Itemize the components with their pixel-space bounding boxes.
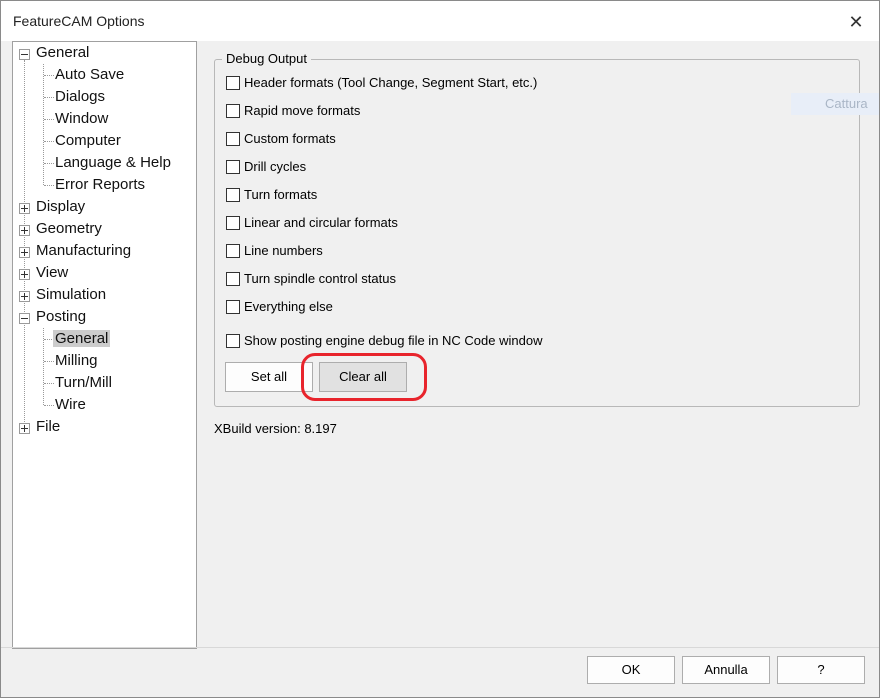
checkbox-box[interactable] (226, 132, 240, 146)
tree-item-turn-mill[interactable]: Turn/Mill (55, 372, 112, 394)
capture-overlay: Cattura (791, 93, 879, 115)
red-highlight-annotation (301, 353, 427, 401)
checkbox-box[interactable] (226, 272, 240, 286)
collapse-icon[interactable] (19, 313, 30, 324)
checkbox-box[interactable] (226, 188, 240, 202)
tree-item-dialogs[interactable]: Dialogs (55, 86, 105, 108)
checkbox-label: Everything else (244, 299, 333, 314)
tree-item-geometry[interactable]: Geometry (36, 218, 102, 240)
checkbox-box[interactable] (226, 160, 240, 174)
tree-item-manufacturing[interactable]: Manufacturing (36, 240, 131, 262)
checkbox-label: Turn spindle control status (244, 271, 396, 286)
ok-button[interactable]: OK (587, 656, 675, 684)
xbuild-version: XBuild version: 8.197 (214, 421, 337, 436)
footer-divider (1, 647, 879, 648)
tree-item-error-reports[interactable]: Error Reports (55, 174, 145, 196)
close-icon[interactable]: ✕ (841, 9, 871, 35)
tree-item-computer[interactable]: Computer (55, 130, 121, 152)
tree-item-posting-general[interactable]: General (53, 328, 111, 350)
tree-item-general[interactable]: General (36, 42, 89, 64)
tree-item-posting[interactable]: Posting (36, 306, 86, 328)
cancel-button[interactable]: Annulla (682, 656, 770, 684)
tree-item-file[interactable]: File (36, 416, 60, 438)
window-title: FeatureCAM Options (13, 13, 145, 29)
checkbox-label: Show posting engine debug file in NC Cod… (244, 333, 543, 348)
tree-item-wire[interactable]: Wire (55, 394, 86, 416)
tree-item-window[interactable]: Window (55, 108, 108, 130)
checkbox-box[interactable] (226, 300, 240, 314)
tree-item-display[interactable]: Display (36, 196, 85, 218)
options-tree: General Auto Save Dialogs Window Compute… (12, 41, 197, 649)
checkbox-label: Turn formats (244, 187, 318, 202)
title-bar: FeatureCAM Options ✕ (1, 1, 879, 41)
options-dialog: FeatureCAM Options ✕ General Auto Save D… (0, 0, 880, 698)
expand-icon[interactable] (19, 269, 30, 280)
checkbox-box[interactable] (226, 334, 240, 348)
expand-icon[interactable] (19, 225, 30, 236)
checkbox-box[interactable] (226, 244, 240, 258)
expand-icon[interactable] (19, 247, 30, 258)
checkbox-label: Linear and circular formats (244, 215, 398, 230)
tree-item-posting-general-label: General (53, 330, 111, 347)
tree-item-auto-save[interactable]: Auto Save (55, 64, 124, 86)
checkbox-label: Line numbers (244, 243, 323, 258)
expand-icon[interactable] (19, 423, 30, 434)
tree-item-milling[interactable]: Milling (55, 350, 98, 372)
expand-icon[interactable] (19, 203, 30, 214)
checkbox-label: Rapid move formats (244, 103, 361, 118)
expand-icon[interactable] (19, 291, 30, 302)
help-button[interactable]: ? (777, 656, 865, 684)
checkbox-box[interactable] (226, 216, 240, 230)
checkbox-label: Header formats (Tool Change, Segment Sta… (244, 75, 538, 90)
tree-root-line (24, 60, 25, 430)
checkbox-box[interactable] (226, 76, 240, 90)
general-children-line (43, 64, 44, 185)
set-all-button[interactable]: Set all (225, 362, 313, 392)
tree-item-language-help[interactable]: Language & Help (55, 152, 171, 174)
collapse-icon[interactable] (19, 49, 30, 60)
checkbox-box[interactable] (226, 104, 240, 118)
checkbox-label: Drill cycles (244, 159, 307, 174)
debug-output-legend: Debug Output (222, 51, 311, 66)
checkbox-label: Custom formats (244, 131, 336, 146)
tree-item-simulation[interactable]: Simulation (36, 284, 106, 306)
tree-item-view[interactable]: View (36, 262, 68, 284)
